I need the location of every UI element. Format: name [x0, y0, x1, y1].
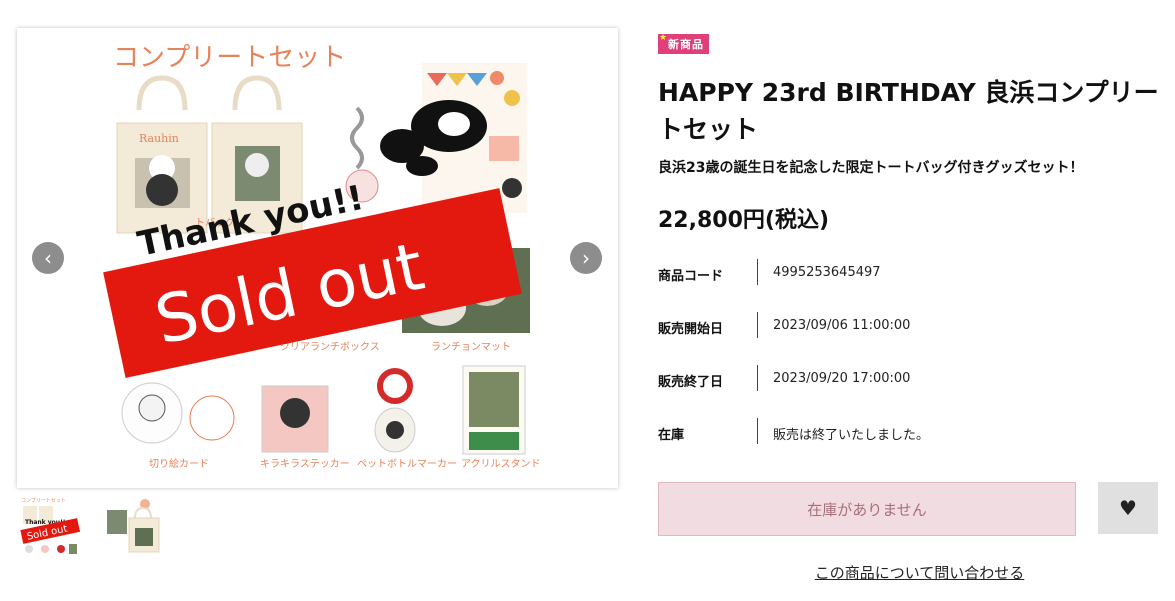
spec-value-end-date: 2023/09/20 17:00:00	[773, 371, 911, 386]
bottle-marker-image	[374, 368, 416, 453]
label-cutout-card: 切り絵カード	[149, 457, 209, 470]
spec-divider	[757, 418, 758, 444]
new-item-badge: ★ 新商品	[658, 33, 709, 54]
product-subtitle: 良浜23歳の誕生日を記念した限定トートバッグ付きグッズセット！	[658, 160, 1084, 176]
inquiry-link[interactable]: この商品について問い合わせる	[658, 562, 1175, 583]
spec-value-stock: 販売は終了いたしました。	[773, 428, 930, 443]
product-main-image: コンプリートセット Rauhin トバッグ クリアランチボックス ランチョンマッ…	[17, 28, 618, 488]
spec-divider	[757, 365, 758, 391]
thumbnail-1[interactable]: コンプリートセット Thank you!! Sold out	[17, 494, 83, 556]
spec-label-code: 商品コード	[658, 269, 724, 284]
tote-bag-image-1: Rauhin	[116, 75, 208, 234]
thumbnail-strip: コンプリートセット Thank you!! Sold out	[17, 494, 167, 556]
product-image-illustration: コンプリートセット Rauhin トバッグ クリアランチボックス ランチョンマッ…	[103, 43, 541, 470]
set-title: コンプリートセット	[113, 43, 346, 73]
spec-value-code: 4995253645497	[773, 265, 881, 280]
sticker-image	[261, 385, 329, 453]
new-item-badge-label: 新商品	[668, 38, 704, 51]
spec-label-stock: 在庫	[658, 428, 685, 443]
favorite-button[interactable]: ♥	[1098, 482, 1158, 534]
spec-value-start-date: 2023/09/06 11:00:00	[773, 318, 911, 333]
spec-label-start-date: 販売開始日	[658, 322, 724, 337]
tote-logo: Rauhin	[139, 132, 179, 145]
label-bottle-marker: ペットボトルマーカー	[357, 458, 457, 470]
spec-label-end-date: 販売終了日	[658, 375, 724, 390]
out-of-stock-button[interactable]: 在庫がありません	[658, 482, 1076, 536]
heart-icon: ♥	[1119, 496, 1137, 520]
label-lunch-mat: ランチョンマット	[431, 341, 511, 353]
chevron-left-icon: ‹	[44, 246, 52, 270]
chevron-right-icon: ›	[582, 246, 590, 270]
gallery-next-button[interactable]: ›	[570, 242, 602, 274]
spec-divider	[757, 312, 758, 338]
label-lunchbox: クリアランチボックス	[280, 341, 380, 353]
label-acrylic-stand: アクリルスタンド	[461, 458, 541, 470]
cutout-card-image	[121, 382, 235, 444]
spec-divider	[757, 259, 758, 285]
product-title: HAPPY 23rd BIRTHDAY 良浜コンプリートセット	[658, 78, 1159, 144]
product-price: 22,800円(税込)	[658, 208, 830, 233]
thumbnail-2[interactable]	[101, 494, 167, 556]
gallery-prev-button[interactable]: ‹	[32, 242, 64, 274]
thumbnail-1-title: コンプリートセット	[21, 498, 66, 504]
acrylic-stand-image	[462, 365, 526, 455]
star-icon: ★	[659, 33, 669, 43]
label-sticker: キラキラステッカー	[260, 458, 350, 470]
